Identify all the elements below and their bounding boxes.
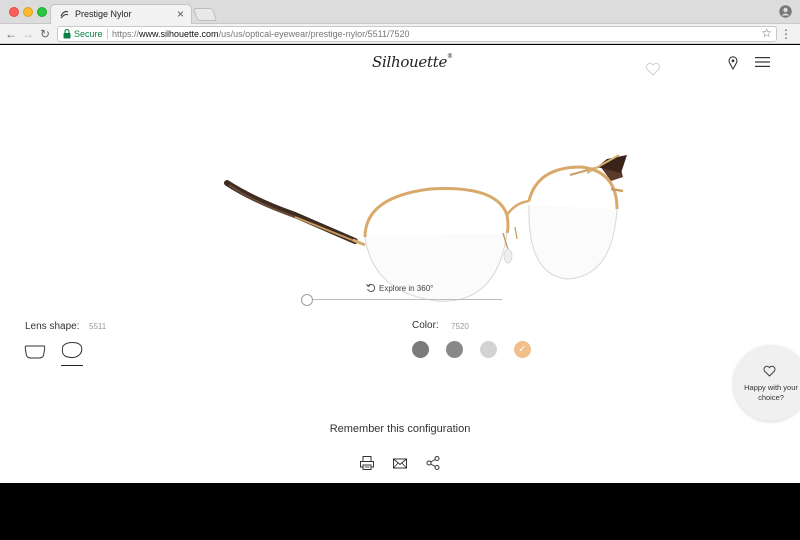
color-swatch-gray[interactable] bbox=[446, 341, 463, 358]
url-text: https://www.silhouette.com/us/us/optical… bbox=[112, 27, 410, 41]
url-scheme: https:// bbox=[112, 29, 140, 39]
omnibox-divider bbox=[107, 29, 108, 39]
happy-with-choice-text: Happy with your choice? bbox=[736, 383, 800, 403]
color-swatch-gold-selected[interactable] bbox=[514, 341, 531, 358]
color-label: Color: bbox=[412, 320, 439, 331]
heart-outline-icon bbox=[763, 365, 776, 377]
bottom-black-area bbox=[0, 483, 800, 540]
share-icon[interactable] bbox=[425, 455, 441, 471]
lens-shape-rectangular-icon[interactable] bbox=[23, 343, 47, 361]
printer-icon[interactable] bbox=[359, 455, 375, 471]
page-content: Silhouette® Explore in 360° Lens shape: … bbox=[0, 45, 800, 483]
browser-menu-icon[interactable]: ⋮ bbox=[780, 26, 792, 42]
remember-configuration-heading: Remember this configuration bbox=[329, 423, 471, 435]
url-path: /us/us/optical-eyewear/prestige-nylor/55… bbox=[218, 29, 410, 39]
reload-icon[interactable]: ↻ bbox=[40, 26, 50, 42]
color-swatch-light-gray[interactable] bbox=[480, 341, 497, 358]
back-icon[interactable]: ← bbox=[5, 26, 17, 42]
heart-icon[interactable] bbox=[645, 62, 661, 76]
maximize-window-button[interactable] bbox=[37, 7, 47, 17]
browser-tab-strip: Prestige Nylor × bbox=[0, 0, 800, 25]
url-host: www.silhouette.com bbox=[139, 29, 219, 39]
forward-icon[interactable]: → bbox=[22, 26, 34, 42]
logo-registered-mark: ® bbox=[447, 53, 453, 60]
lens-shape-round-icon[interactable] bbox=[60, 341, 84, 359]
happy-line-1: Happy with your bbox=[744, 383, 798, 392]
explore-360-label: Explore in 360° bbox=[366, 283, 433, 293]
rotation-slider-track[interactable] bbox=[306, 299, 502, 300]
envelope-icon[interactable] bbox=[392, 455, 408, 471]
tab-title: Prestige Nylor bbox=[75, 9, 132, 19]
close-window-button[interactable] bbox=[9, 7, 19, 17]
browser-toolbar: ← → ↻ Secure https://www.silhouette.com/… bbox=[0, 24, 800, 44]
bookmark-star-icon[interactable]: ☆ bbox=[761, 25, 772, 41]
lens-shape-label: Lens shape: bbox=[25, 321, 80, 332]
minimize-window-button[interactable] bbox=[23, 7, 33, 17]
menu-icon[interactable] bbox=[755, 57, 770, 67]
lock-icon bbox=[63, 29, 71, 39]
silhouette-favicon-icon bbox=[60, 10, 69, 19]
color-code: 7520 bbox=[451, 322, 469, 331]
new-tab-button[interactable] bbox=[192, 8, 218, 21]
secure-label: Secure bbox=[74, 29, 103, 39]
logo-text: Silhouette bbox=[372, 53, 448, 71]
happy-line-2: choice? bbox=[758, 393, 784, 402]
happy-with-choice-button[interactable]: Happy with your choice? bbox=[733, 345, 800, 421]
explore-360-text: Explore in 360° bbox=[379, 284, 434, 293]
profile-icon[interactable] bbox=[779, 5, 792, 18]
lens-shape-selected-indicator bbox=[61, 365, 83, 366]
silhouette-logo[interactable]: Silhouette® bbox=[372, 53, 453, 73]
browser-tab[interactable]: Prestige Nylor × bbox=[50, 4, 192, 25]
tab-close-icon[interactable]: × bbox=[177, 7, 184, 21]
rotation-slider-thumb[interactable] bbox=[301, 294, 313, 306]
location-pin-icon[interactable] bbox=[728, 56, 738, 70]
lens-shape-code: 5511 bbox=[89, 322, 107, 331]
rotate-360-icon bbox=[366, 283, 376, 293]
color-swatch-dark-gray[interactable] bbox=[412, 341, 429, 358]
address-bar[interactable]: Secure https://www.silhouette.com/us/us/… bbox=[57, 26, 777, 42]
